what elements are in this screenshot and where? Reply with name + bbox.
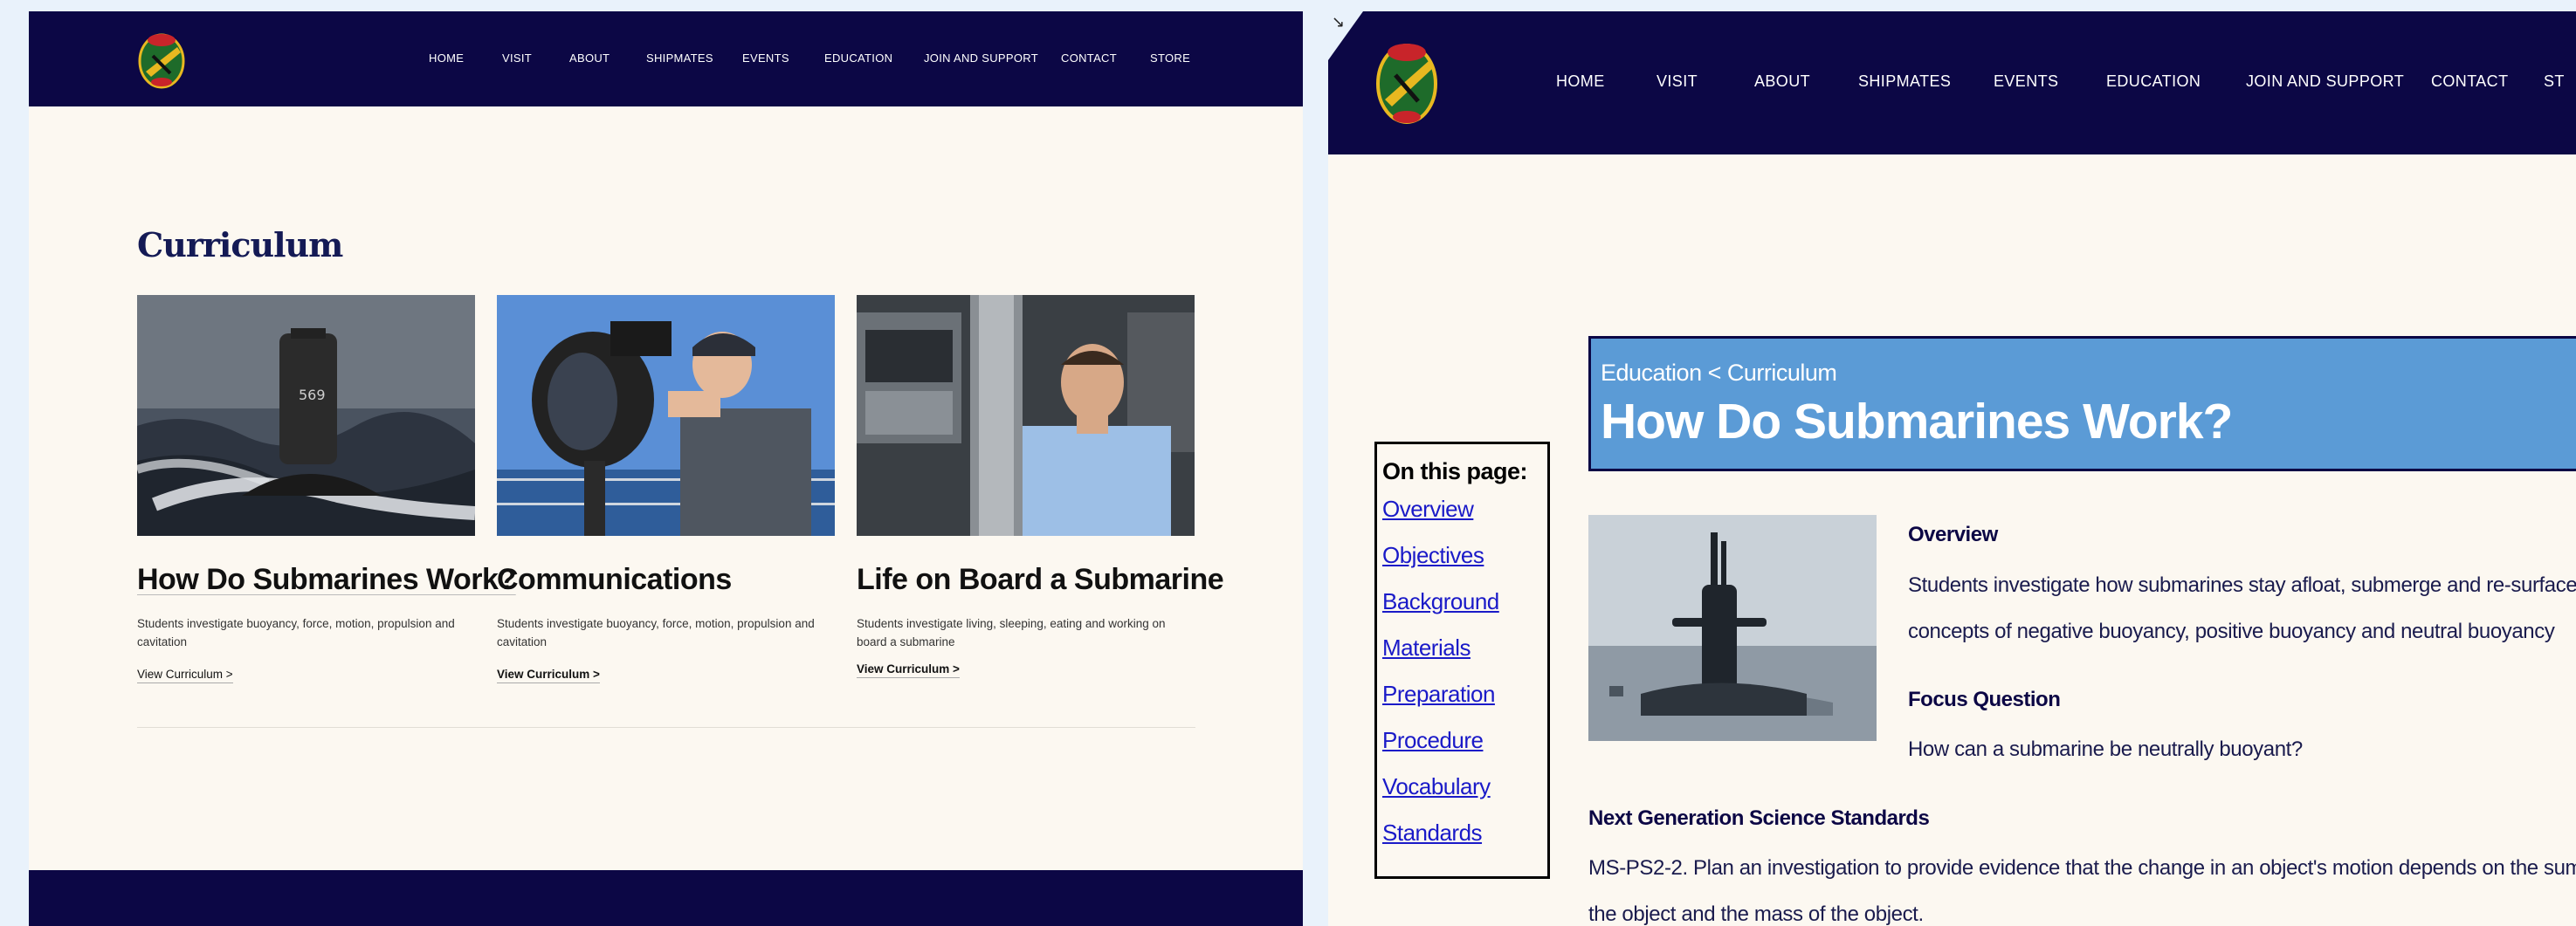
- nav-events[interactable]: EVENTS: [742, 51, 789, 69]
- ngss-text-line-1: MS-PS2-2. Plan an investigation to provi…: [1588, 856, 2576, 880]
- focus-question-text: How can a submarine be neutrally buoyant…: [1908, 737, 2303, 761]
- nav-join-and-support[interactable]: JOIN AND SUPPORT: [924, 51, 1038, 69]
- card-description: Students investigate living, sleeping, e…: [857, 617, 1166, 648]
- site-header: ↘ HOME VISIT ABOUT SHIPMATES EVENTS EDUC…: [1328, 11, 2576, 154]
- focus-question-heading: Focus Question: [1908, 688, 2061, 711]
- page-title: How Do Submarines Work?: [1601, 394, 2233, 449]
- breadcrumb[interactable]: Education < Curriculum: [1601, 360, 1837, 387]
- card-title[interactable]: Communications: [497, 562, 835, 597]
- nav-visit[interactable]: VISIT: [1656, 72, 1698, 91]
- toc-link-background[interactable]: Background: [1382, 588, 1547, 634]
- museum-logo-icon[interactable]: [137, 30, 186, 89]
- nav-contact[interactable]: CONTACT: [2431, 72, 2508, 91]
- card-title[interactable]: Life on Board a Submarine: [857, 562, 1224, 597]
- toc-link-standards[interactable]: Standards: [1382, 820, 1547, 866]
- curriculum-card-submarines: 569 How Do Submarines Work? Students inv…: [137, 295, 516, 683]
- overview-heading: Overview: [1908, 523, 1998, 546]
- toc-link-procedure[interactable]: Procedure: [1382, 727, 1547, 773]
- resize-arrow-icon[interactable]: ↘: [1332, 13, 1345, 31]
- curriculum-card-communications: Communications Students investigate buoy…: [497, 295, 835, 683]
- sailor-control-room-image[interactable]: [857, 295, 1195, 536]
- nav-shipmates[interactable]: SHIPMATES: [1858, 72, 1951, 91]
- card-title[interactable]: How Do Submarines Work?: [137, 562, 516, 597]
- nav-about[interactable]: ABOUT: [1754, 72, 1810, 91]
- view-curriculum-link[interactable]: View Curriculum >: [857, 662, 960, 678]
- curriculum-heading: Curriculum: [137, 225, 343, 264]
- submarine-sail-image[interactable]: 569: [137, 295, 475, 536]
- nav-about[interactable]: ABOUT: [569, 51, 610, 69]
- nav-store[interactable]: ST: [2544, 72, 2565, 91]
- site-header: HOME VISIT ABOUT SHIPMATES EVENTS EDUCAT…: [29, 11, 1303, 106]
- curriculum-page-window: HOME VISIT ABOUT SHIPMATES EVENTS EDUCAT…: [29, 11, 1303, 926]
- site-footer: [29, 870, 1303, 926]
- nav-shipmates[interactable]: SHIPMATES: [646, 51, 713, 69]
- signal-lamp-sailor-image[interactable]: [497, 295, 835, 536]
- nav-education[interactable]: EDUCATION: [824, 51, 892, 69]
- nav-home[interactable]: HOME: [1556, 72, 1605, 91]
- surfacing-submarine-image: [1588, 515, 1877, 741]
- nav-events[interactable]: EVENTS: [1994, 72, 2058, 91]
- title-banner: Education < Curriculum How Do Submarines…: [1588, 336, 2576, 471]
- nav-join-and-support[interactable]: JOIN AND SUPPORT: [2246, 72, 2404, 91]
- svg-text:569: 569: [299, 387, 326, 403]
- overview-text-line-1: Students investigate how submarines stay…: [1908, 573, 2576, 597]
- on-this-page-toc: On this page: Overview Objectives Backgr…: [1374, 442, 1550, 879]
- curriculum-card-life-on-board: Life on Board a Submarine Students inves…: [857, 295, 1224, 678]
- view-curriculum-link[interactable]: View Curriculum >: [497, 667, 600, 683]
- museum-logo-icon[interactable]: [1374, 35, 1439, 126]
- nav-education[interactable]: EDUCATION: [2106, 72, 2201, 91]
- overview-text-line-2: concepts of negative buoyancy, positive …: [1908, 620, 2555, 643]
- nav-store[interactable]: STORE: [1150, 51, 1190, 69]
- toc-link-vocabulary[interactable]: Vocabulary: [1382, 773, 1547, 820]
- card-description: Students investigate buoyancy, force, mo…: [497, 617, 815, 648]
- toc-link-overview[interactable]: Overview: [1382, 496, 1547, 542]
- lesson-page-window: ↘ HOME VISIT ABOUT SHIPMATES EVENTS EDUC…: [1328, 11, 2576, 926]
- ngss-heading: Next Generation Science Standards: [1588, 806, 1930, 830]
- nav-visit[interactable]: VISIT: [502, 51, 532, 69]
- view-curriculum-link[interactable]: View Curriculum >: [137, 667, 233, 683]
- card-description: Students investigate buoyancy, force, mo…: [137, 617, 455, 648]
- ngss-text-line-2: the object and the mass of the object.: [1588, 902, 1924, 926]
- nav-contact[interactable]: CONTACT: [1061, 51, 1117, 69]
- toc-heading: On this page:: [1382, 458, 1528, 484]
- toc-link-objectives[interactable]: Objectives: [1382, 542, 1547, 588]
- nav-home[interactable]: HOME: [429, 51, 464, 69]
- toc-link-preparation[interactable]: Preparation: [1382, 681, 1547, 727]
- toc-link-materials[interactable]: Materials: [1382, 634, 1547, 681]
- section-divider: [137, 727, 1195, 728]
